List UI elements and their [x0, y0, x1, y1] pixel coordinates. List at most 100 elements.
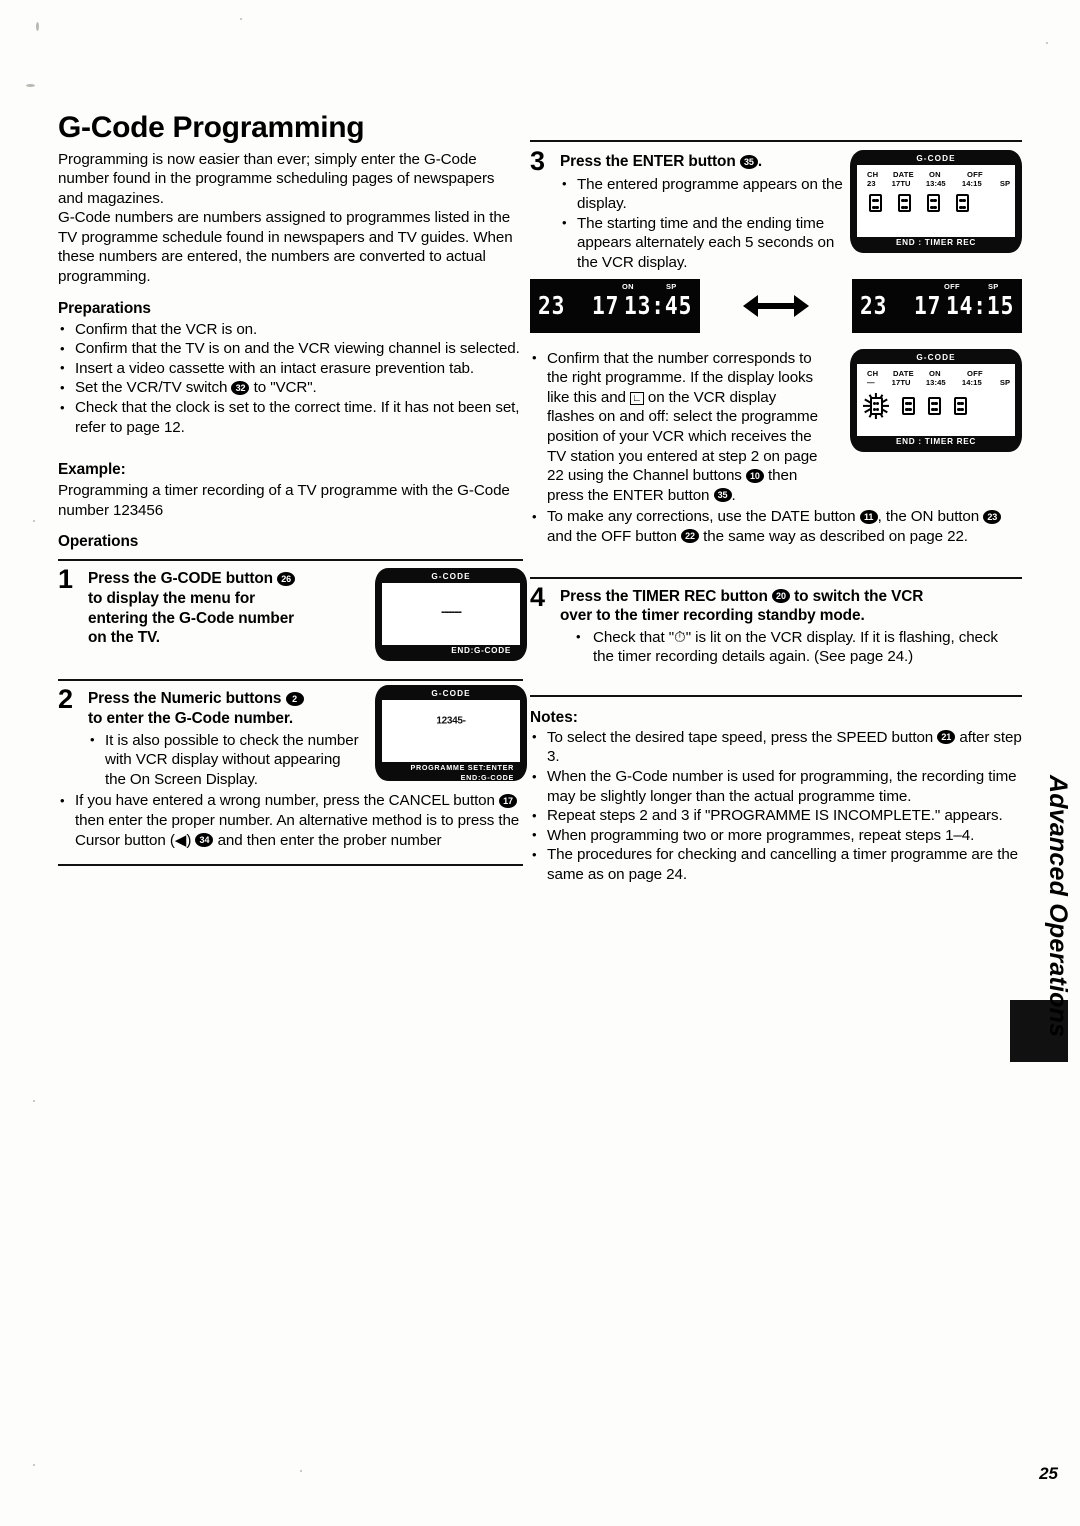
osd-entered-digits: 12345- — [436, 715, 466, 727]
preparation-item: Insert a video cassette with an intact e… — [58, 358, 523, 379]
page-title: G-Code Programming — [58, 111, 365, 144]
step-2-bullet-1: It is also possible to check the number … — [88, 730, 363, 790]
osd-footer-line-2: END:G-CODE — [460, 772, 514, 782]
osd-header-on: ON — [929, 170, 941, 179]
osd-values-row: 23 17TU 13:45 14:15 SP — [857, 179, 1015, 188]
osd-values-row: — 17TU 13:45 14:15 SP — [857, 378, 1015, 387]
step-4-head-b: to switch the VCR — [794, 587, 924, 605]
cassette-icon — [954, 396, 967, 415]
preparations-list: Confirm that the VCR is on. Confirm that… — [58, 319, 523, 438]
step-4-head-a: Press the TIMER REC button — [560, 587, 768, 605]
ref-badge-timer-rec-button: 20 — [771, 589, 790, 603]
cassette-icon — [928, 396, 941, 415]
operations-heading: Operations — [58, 533, 139, 551]
step-3-corrections-bullets: To make any corrections, use the DATE bu… — [530, 507, 1022, 546]
osd-value-ch: 23 — [867, 179, 876, 188]
ref-badge-enter-button: 35 — [713, 488, 732, 503]
osd-header-on: ON — [929, 368, 941, 378]
preparation-item: Confirm that the TV is on and the VCR vi… — [58, 339, 523, 359]
scan-speck — [33, 520, 35, 522]
ref-badge-date-button: 11 — [859, 509, 878, 524]
osd-header-date: DATE — [893, 170, 914, 179]
scan-speck — [26, 84, 35, 87]
step-1-head-line-1: Press the G-CODE button — [88, 570, 273, 588]
vcr-label-speed: SP — [666, 281, 677, 291]
step-4: 4 Press the TIMER REC button 20 to switc… — [530, 579, 1022, 667]
step-3-number: 3 — [530, 146, 546, 176]
scan-speck — [36, 22, 39, 31]
step-3-heading: Press the ENTER button 35. — [560, 152, 844, 172]
osd-title: G-CODE — [431, 689, 471, 699]
step-3-head-text: Press the ENTER button — [560, 153, 736, 170]
page-number: 25 — [1039, 1464, 1058, 1483]
example-text: Programming a timer recording of a TV pr… — [58, 482, 510, 519]
ref-badge-g-code-button: 26 — [277, 571, 296, 586]
osd-cassette-slots — [857, 387, 1015, 419]
cassette-icon — [869, 194, 882, 212]
ref-badge-vcr-tv-switch: 32 — [231, 380, 250, 395]
osd-value-speed: SP — [999, 179, 1011, 188]
step-3-tv-screen-top: G-CODE CH DATE ON OFF 23 17TU 13:45 14:1… — [850, 150, 1022, 253]
osd-cassette-slots — [857, 188, 1015, 212]
osd-value-ch: — — [867, 377, 875, 387]
ref-badge-on-button: 23 — [983, 509, 1002, 524]
step-2-tv-screen: G-CODE 12345- PROGRAMME SET:ENTER END:G-… — [375, 685, 527, 782]
intro-paragraph-2: G-Code numbers are numbers assigned to p… — [58, 209, 513, 286]
step-4-heading: Press the TIMER REC button 20 to switch … — [560, 587, 1022, 626]
osd-header-ch: CH — [867, 170, 879, 179]
cassette-icon — [898, 194, 911, 212]
alternating-arrow-icon — [743, 292, 809, 320]
step-4-bullets: Check that "⏱" is lit on the VCR display… — [560, 627, 1022, 667]
osd-footer-line-1: PROGRAMME SET:ENTER — [410, 763, 514, 773]
step-1: 1 Press the G-CODE button 26 to display … — [58, 561, 527, 679]
step-3-confirm-bullets: Confirm that the number corresponds to t… — [530, 348, 826, 506]
step-1-tv-screen: G-CODE ------ END:G-CODE — [375, 568, 527, 662]
osd-column-headers: CH DATE ON OFF — [857, 165, 1015, 179]
ref-badge-channel-buttons: 10 — [745, 468, 764, 483]
document-page: G-Code Programming Programming is now ea… — [0, 0, 1080, 1526]
step-3-bullet-1: The entered programme appears on the dis… — [560, 174, 844, 214]
step-3-bullets: The entered programme appears on the dis… — [560, 174, 844, 273]
step-2-heading: Press the Numeric buttons 2 to enter the… — [88, 689, 363, 728]
vcr-display-start-time: ON SP 23 17 13:45 — [530, 278, 700, 333]
step-2-bullets-continued: If you have entered a wrong number, pres… — [58, 791, 523, 850]
vcr-segment-date: 17 — [914, 290, 942, 320]
osd-value-date: 17TU — [891, 377, 911, 387]
scan-speck — [33, 1464, 35, 1466]
example-heading: Example: — [58, 461, 126, 479]
osd-column-headers: CH DATE ON OFF — [857, 364, 1015, 378]
vcr-display-comparison: ON SP 23 17 13:45 OFF SP 23 17 14:15 — [530, 278, 1022, 333]
step-1-head-line-4: on the TV. — [88, 629, 160, 647]
osd-title: G-CODE — [431, 572, 471, 582]
cassette-icon — [927, 194, 940, 212]
osd-footer: END : TIMER REC — [895, 238, 977, 247]
vcr-label-speed: SP — [988, 281, 999, 291]
osd-value-speed: SP — [999, 377, 1011, 387]
cassette-icon — [956, 194, 969, 212]
step-1-head-line-2: to display the menu for — [88, 590, 256, 607]
note-item: To select the desired tape speed, press … — [530, 727, 1022, 767]
notes-list: To select the desired tape speed, press … — [530, 727, 1022, 885]
osd-value-on: 13:45 — [925, 377, 946, 387]
osd-dashes: ------ — [441, 603, 462, 619]
vcr-segment-date: 17 — [592, 290, 620, 320]
step-3: 3 Press the ENTER button 35. The entered… — [530, 148, 1022, 273]
vcr-segment-time: 13:45 — [624, 290, 693, 320]
step-2-head-line-2: to enter the G-Code number. — [88, 710, 294, 727]
cassette-icon — [902, 396, 915, 415]
step-2-bullet-2: If you have entered a wrong number, pres… — [58, 791, 523, 850]
divider-below-step-2 — [58, 864, 523, 867]
step-2-number: 2 — [58, 684, 74, 715]
osd-header-off: OFF — [967, 170, 983, 179]
ref-badge-off-button: 22 — [681, 529, 700, 544]
scan-speck — [240, 18, 242, 20]
step-3-bullet-2: The starting time and the ending time ap… — [560, 213, 844, 273]
osd-value-off: 14:15 — [961, 179, 982, 188]
right-column: 3 Press the ENTER button 35. The entered… — [530, 140, 1022, 885]
step-3-confirm-block: Confirm that the number corresponds to t… — [530, 348, 1022, 506]
osd-value-on: 13:45 — [925, 179, 946, 188]
vcr-label-off: OFF — [944, 281, 960, 291]
vcr-label-on: ON — [622, 281, 634, 291]
vcr-display-end-time: OFF SP 23 17 14:15 — [852, 278, 1022, 333]
osd-header-date: DATE — [893, 368, 914, 378]
